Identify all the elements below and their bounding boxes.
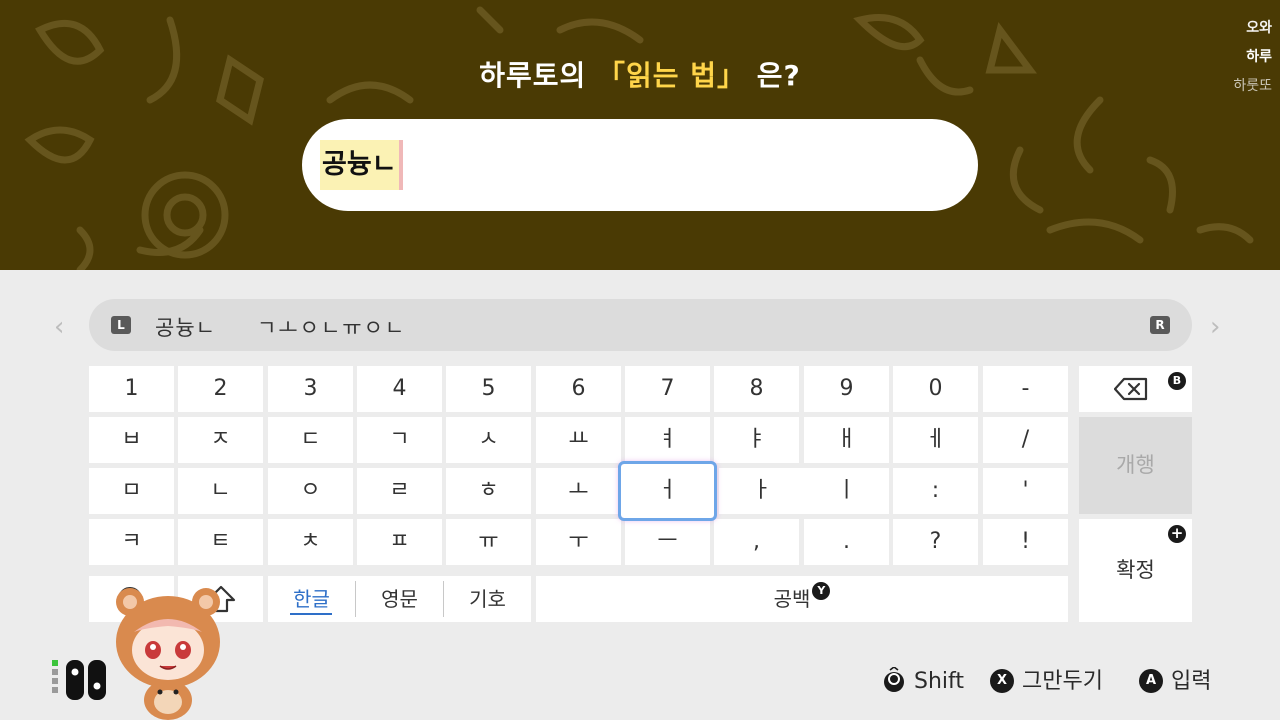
answer-input-field[interactable]: 공늉ㄴ xyxy=(302,119,978,211)
candidate-item[interactable]: ㄱㅗㅇㄴㅠㅇㄴ xyxy=(257,312,406,342)
joycon-icon xyxy=(52,660,106,700)
prev-candidates-arrow-icon[interactable]: ‹ xyxy=(54,312,64,342)
newline-button[interactable]: 개행 xyxy=(1079,417,1192,514)
key[interactable]: ㅔ xyxy=(893,417,978,463)
plus-button-icon: + xyxy=(1168,525,1186,543)
key[interactable]: 8 xyxy=(714,366,799,412)
key[interactable]: ㅣ xyxy=(804,468,889,514)
key[interactable]: 7 xyxy=(625,366,710,412)
key[interactable]: ㅗ xyxy=(536,468,621,514)
key[interactable]: ㅠ xyxy=(446,519,531,565)
tab-symbols[interactable]: 기호 xyxy=(444,576,531,622)
input-mode-tabs: 한글 영문 기호 xyxy=(268,576,531,622)
key[interactable]: ㅑ xyxy=(714,417,799,463)
question-text-end: 은? xyxy=(746,59,801,92)
software-keyboard: ‹ › L 공늉ㄴ ㄱㅗㅇㄴㅠㅇㄴ R 1 2 3 4 5 6 7 8 9 0 … xyxy=(0,270,1280,720)
key[interactable]: ' xyxy=(983,468,1068,514)
key[interactable]: / xyxy=(983,417,1068,463)
key[interactable]: ㅐ xyxy=(804,417,889,463)
tab-hangul[interactable]: 한글 xyxy=(268,576,355,622)
key[interactable]: 5 xyxy=(446,366,531,412)
key[interactable]: ㅍ xyxy=(357,519,442,565)
enter-hint[interactable]: A 입력 xyxy=(1139,668,1211,696)
chat-comment: 오와 xyxy=(1246,20,1272,36)
key-selected[interactable]: ㅓ xyxy=(618,461,717,521)
cancel-hint-label: 그만두기 xyxy=(1022,669,1103,694)
candidate-bar: L 공늉ㄴ ㄱㅗㅇㄴㅠㅇㄴ R xyxy=(89,299,1192,351)
question-text: 하루토의 xyxy=(479,59,597,92)
game-question-area: 오와 하루 하룻또 하루토의 「읽는 법」 은? 공늉ㄴ xyxy=(0,0,1280,270)
tab-english[interactable]: 영문 xyxy=(356,576,443,622)
confirm-button[interactable]: 확정 + xyxy=(1079,519,1192,622)
key[interactable]: 9 xyxy=(804,366,889,412)
b-button-icon: B xyxy=(1168,372,1186,390)
tab-label: 한글 xyxy=(293,587,330,611)
l-button-icon: L xyxy=(111,316,131,334)
y-button-icon: Y xyxy=(812,582,831,600)
key[interactable]: ㅇ xyxy=(268,468,353,514)
key[interactable]: 6 xyxy=(536,366,621,412)
key[interactable]: ㄷ xyxy=(268,417,353,463)
key[interactable]: ㅋ xyxy=(89,519,174,565)
key[interactable]: : xyxy=(893,468,978,514)
key[interactable]: ㅏ xyxy=(719,468,804,514)
key[interactable]: ㄴ xyxy=(178,468,263,514)
key[interactable]: ㅂ xyxy=(89,417,174,463)
backspace-button[interactable]: B xyxy=(1079,366,1192,412)
left-stick-icon xyxy=(884,666,904,692)
space-label: 공백 xyxy=(773,587,811,611)
text-caret xyxy=(399,140,403,190)
key[interactable]: ㅈ xyxy=(178,417,263,463)
key[interactable]: ㅡ xyxy=(625,519,710,565)
key[interactable]: 0 xyxy=(893,366,978,412)
question-highlight: 「읽는 법」 xyxy=(597,59,747,92)
shift-hint-label: Shift xyxy=(914,669,965,694)
key[interactable]: . xyxy=(804,519,889,565)
key[interactable]: 2 xyxy=(178,366,263,412)
active-tab-underline xyxy=(290,613,332,615)
enter-hint-label: 입력 xyxy=(1171,669,1212,694)
shift-hint: Shift xyxy=(882,666,965,696)
key[interactable]: 3 xyxy=(268,366,353,412)
next-candidates-arrow-icon[interactable]: › xyxy=(1210,312,1220,342)
key[interactable]: ! xyxy=(983,519,1068,565)
space-key[interactable]: 공백 Y xyxy=(536,576,1068,622)
key[interactable]: ㅊ xyxy=(268,519,353,565)
x-button-icon: X xyxy=(990,668,1014,693)
key[interactable]: ㅕ xyxy=(625,417,710,463)
key[interactable]: ㄹ xyxy=(357,468,442,514)
key[interactable]: ㅎ xyxy=(446,468,531,514)
key[interactable]: , xyxy=(714,519,799,565)
backspace-icon xyxy=(1114,377,1148,401)
confirm-label: 확정 xyxy=(1116,558,1155,582)
key[interactable]: ㅜ xyxy=(536,519,621,565)
key[interactable]: ㄱ xyxy=(357,417,442,463)
cancel-hint[interactable]: X 그만두기 xyxy=(990,668,1103,696)
answer-composing-text: 공늉ㄴ xyxy=(320,140,399,190)
streamer-avatar xyxy=(116,588,220,720)
key[interactable]: ㅛ xyxy=(536,417,621,463)
a-button-icon: A xyxy=(1139,668,1163,693)
r-button-icon: R xyxy=(1150,316,1170,334)
key[interactable]: ㅁ xyxy=(89,468,174,514)
key[interactable]: 1 xyxy=(89,366,174,412)
key[interactable]: ? xyxy=(893,519,978,565)
key[interactable]: ㅌ xyxy=(178,519,263,565)
question-title: 하루토의 「읽는 법」 은? xyxy=(0,54,1280,94)
candidate-item[interactable]: 공늉ㄴ xyxy=(155,312,216,342)
key[interactable]: ㅅ xyxy=(446,417,531,463)
key[interactable]: 4 xyxy=(357,366,442,412)
key[interactable]: - xyxy=(983,366,1068,412)
